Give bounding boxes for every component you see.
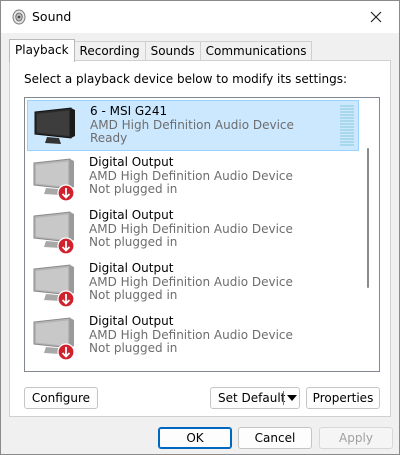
title-bar: Sound: [1, 1, 399, 33]
dropdown-arrow-icon[interactable]: [287, 395, 297, 401]
device-name: Digital Output: [89, 314, 174, 328]
configure-button[interactable]: Configure: [24, 387, 98, 409]
monitor-unplugged-icon: [33, 317, 75, 361]
device-driver: AMD High Definition Audio Device: [89, 274, 293, 289]
device-name: 6 - MSI G241: [90, 104, 168, 118]
close-button[interactable]: [353, 1, 399, 33]
device-driver: AMD High Definition Audio Device: [89, 168, 293, 183]
set-default-label: Set Default: [218, 391, 286, 405]
device-driver: AMD High Definition Audio Device: [89, 327, 293, 342]
monitor-unplugged-icon: [33, 264, 75, 308]
device-status: Not plugged in: [89, 182, 178, 196]
sound-dialog: Sound Playback Recording Sounds Communic…: [0, 0, 400, 455]
tab-strip: Playback Recording Sounds Communications: [9, 39, 313, 62]
device-name: Digital Output: [89, 155, 174, 169]
ok-button[interactable]: OK: [158, 427, 232, 449]
cancel-button[interactable]: Cancel: [238, 427, 312, 449]
device-item[interactable]: Digital Output AMD High Definition Audio…: [27, 311, 359, 362]
device-item[interactable]: Digital Output AMD High Definition Audio…: [27, 152, 359, 203]
device-item[interactable]: 6 - MSI G241 AMD High Definition Audio D…: [27, 100, 359, 151]
tab-recording[interactable]: Recording: [73, 41, 146, 61]
device-item[interactable]: Digital Output AMD High Definition Audio…: [27, 258, 359, 309]
set-default-split-button[interactable]: Set Default: [210, 387, 300, 409]
device-status: Not plugged in: [89, 235, 178, 249]
instruction-text: Select a playback device below to modify…: [24, 72, 348, 86]
device-status: Not plugged in: [89, 288, 178, 302]
device-driver: AMD High Definition Audio Device: [90, 117, 294, 132]
apply-button[interactable]: Apply: [319, 427, 393, 449]
monitor-unplugged-icon: [33, 158, 75, 202]
tab-communications[interactable]: Communications: [199, 41, 313, 61]
device-status: Ready: [90, 131, 128, 145]
window-title: Sound: [32, 9, 72, 24]
monitor-icon: [34, 107, 75, 144]
speaker-icon: [12, 9, 26, 25]
volume-meter: [340, 105, 354, 147]
close-icon: [370, 11, 382, 23]
device-name: Digital Output: [89, 208, 174, 222]
device-name: Digital Output: [89, 261, 174, 275]
device-list[interactable]: 6 - MSI G241 AMD High Definition Audio D…: [24, 97, 380, 372]
monitor-unplugged-icon: [33, 211, 75, 255]
playback-tab-page: Select a playback device below to modify…: [9, 60, 391, 417]
tab-playback[interactable]: Playback: [9, 39, 75, 62]
scrollbar-thumb[interactable]: [367, 148, 369, 288]
tab-sounds[interactable]: Sounds: [144, 41, 201, 61]
properties-button[interactable]: Properties: [306, 387, 380, 409]
device-status: Not plugged in: [89, 341, 178, 355]
device-driver: AMD High Definition Audio Device: [89, 221, 293, 236]
device-item[interactable]: Digital Output AMD High Definition Audio…: [27, 205, 359, 256]
vertical-scrollbar[interactable]: [359, 98, 379, 371]
